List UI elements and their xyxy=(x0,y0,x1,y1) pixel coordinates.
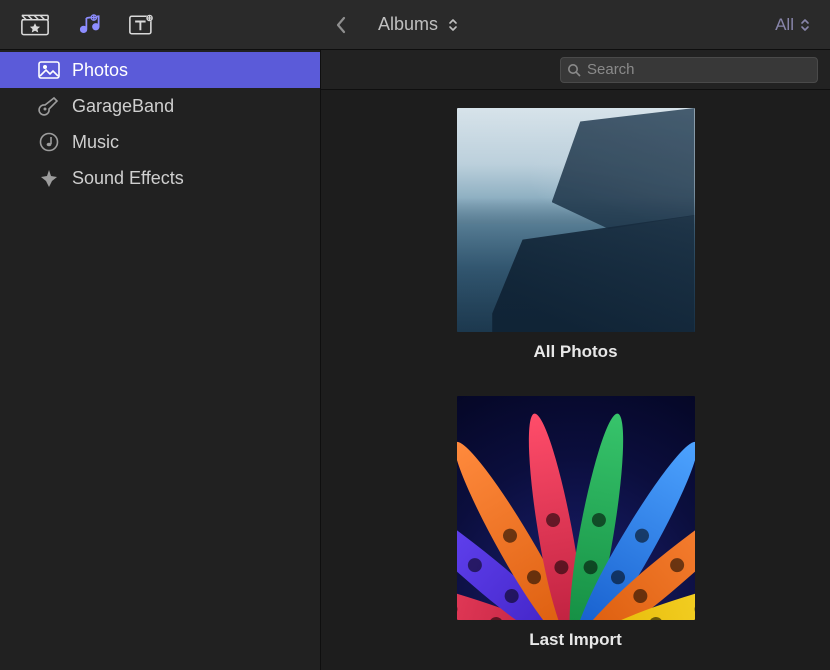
search-input[interactable] xyxy=(587,61,811,78)
guitar-icon xyxy=(38,96,60,116)
search-bar xyxy=(321,50,830,90)
clapperboard-star-icon xyxy=(21,14,49,36)
sidebar-item-soundeffects[interactable]: Sound Effects xyxy=(0,160,320,196)
content-area: Photos GarageBand Music xyxy=(0,50,830,670)
search-field[interactable] xyxy=(560,57,818,83)
album-last-import[interactable]: Last Import xyxy=(457,396,695,650)
media-browser-window: Albums All Photos xyxy=(0,0,830,670)
music-note-icon xyxy=(38,132,60,152)
music-notes-icon xyxy=(75,14,103,36)
search-icon xyxy=(567,63,581,77)
sidebar-item-music[interactable]: Music xyxy=(0,124,320,160)
breadcrumb-bar: Albums All xyxy=(320,14,830,35)
album-all-photos[interactable]: All Photos xyxy=(457,108,695,362)
sidebar-item-label: Sound Effects xyxy=(72,168,184,189)
sidebar-item-label: GarageBand xyxy=(72,96,174,117)
filter-dropdown[interactable]: All xyxy=(775,15,810,35)
album-label: All Photos xyxy=(533,342,617,362)
album-thumbnail xyxy=(457,108,695,332)
filter-label: All xyxy=(775,15,794,35)
tab-titles[interactable] xyxy=(126,10,160,40)
sidebar-item-label: Photos xyxy=(72,60,128,81)
album-label: Last Import xyxy=(529,630,622,650)
sidebar-item-label: Music xyxy=(72,132,119,153)
sidebar: Photos GarageBand Music xyxy=(0,50,321,670)
up-down-chevron-icon xyxy=(448,18,458,32)
library-tabs xyxy=(0,10,320,40)
breadcrumb-dropdown[interactable]: Albums xyxy=(378,14,458,35)
tab-audio[interactable] xyxy=(72,10,106,40)
sidebar-item-garageband[interactable]: GarageBand xyxy=(0,88,320,124)
tab-video[interactable] xyxy=(18,10,52,40)
photos-icon xyxy=(38,60,60,80)
main-panel: All Photos Last Import xyxy=(321,50,830,670)
titles-text-icon xyxy=(129,14,157,36)
sidebar-item-photos[interactable]: Photos xyxy=(0,52,320,88)
up-down-chevron-icon xyxy=(800,18,810,32)
chevron-left-icon xyxy=(335,16,346,34)
sound-effects-icon xyxy=(38,168,60,188)
top-bar: Albums All xyxy=(0,0,830,50)
breadcrumb-label: Albums xyxy=(378,14,438,35)
albums-grid: All Photos Last Import xyxy=(321,90,830,670)
back-button[interactable] xyxy=(328,16,352,34)
album-thumbnail xyxy=(457,396,695,620)
